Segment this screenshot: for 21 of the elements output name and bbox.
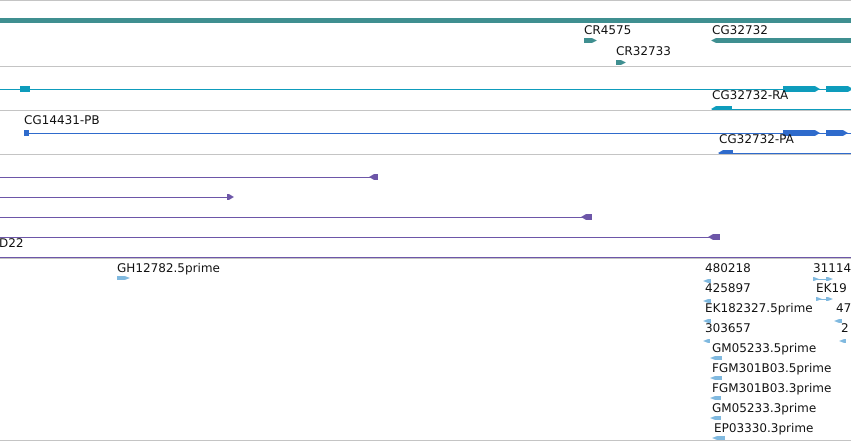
feature-label: 47 bbox=[836, 301, 851, 315]
feature-label: FGM301B03.5prime bbox=[712, 361, 832, 375]
feature-label: 31114 bbox=[813, 261, 851, 275]
feature-label: CG32732 bbox=[712, 23, 768, 37]
feature-label: 480218 bbox=[705, 261, 751, 275]
feature-label: CR32733 bbox=[616, 44, 671, 58]
feature-label: 425897 bbox=[705, 281, 751, 295]
feature-label: CG32732-RA bbox=[712, 88, 788, 102]
feature-label: 2 bbox=[841, 321, 849, 335]
feature-label: GH12782.5prime bbox=[117, 261, 220, 275]
feature-label: EP03330.3prime bbox=[714, 421, 814, 435]
feature-label: CR4575 bbox=[584, 23, 632, 37]
feature-label: 303657 bbox=[705, 321, 751, 335]
feature-label: GM05233.3prime bbox=[712, 401, 816, 415]
feature-label: EK19 bbox=[816, 281, 847, 295]
feature-label: FGM301B03.3prime bbox=[712, 381, 832, 395]
feature-label: EK182327.5prime bbox=[705, 301, 813, 315]
feature-label: CG14431-PB bbox=[24, 113, 100, 127]
feature-label: CG32732-PA bbox=[719, 132, 794, 146]
feature-label: D22 bbox=[0, 236, 24, 250]
feature-label: GM05233.5prime bbox=[712, 341, 816, 355]
